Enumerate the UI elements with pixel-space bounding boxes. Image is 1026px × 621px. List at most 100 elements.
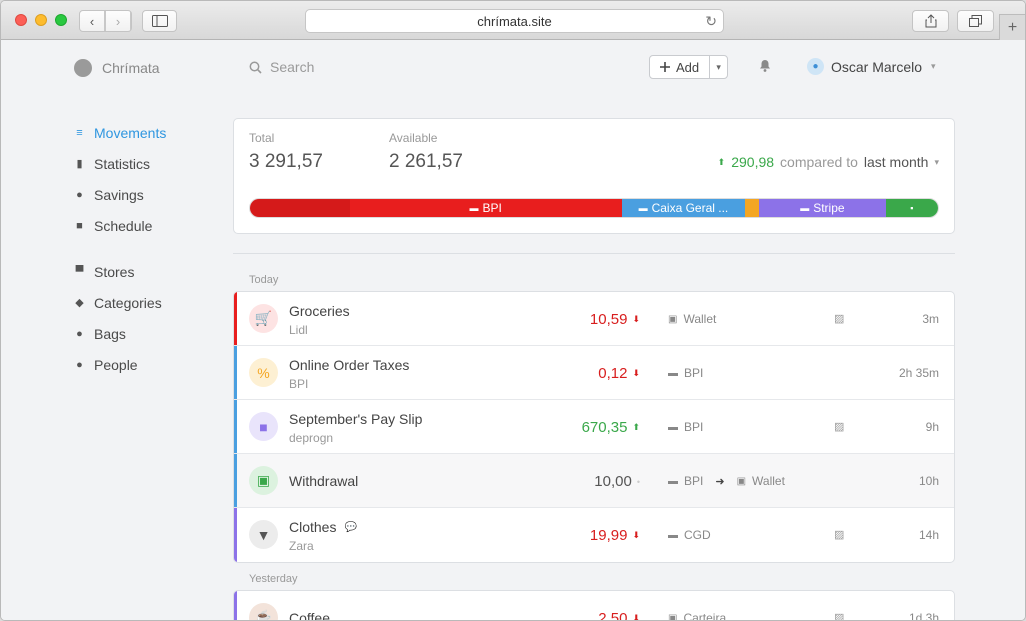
movement-time: 14h [918, 528, 939, 542]
account-segment[interactable] [745, 199, 760, 217]
new-tab-button[interactable]: + [999, 14, 1025, 40]
movement-row[interactable]: ■ September's Pay Slip deprogn 670,35 ⬆ … [234, 400, 954, 454]
amount-value: 10,00 [594, 473, 632, 490]
forward-button[interactable]: › [106, 11, 131, 31]
movement-row[interactable]: % Online Order Taxes BPI 0,12 ⬇ ▬ BPI 2h… [234, 346, 954, 400]
sidebar-item-label: People [94, 356, 138, 373]
sidebar-item-label: Bags [94, 325, 126, 342]
movement-row[interactable]: ▣ Withdrawal 10,00 • ▬ BPI ➜ ▣ Wallet 10… [234, 454, 954, 508]
sidebar-item-statistics[interactable]: ▮ Statistics [73, 148, 223, 179]
caret-down-icon: ▾ [931, 61, 936, 71]
account-name: BPI [684, 474, 704, 488]
browser-window: ‹ › chrímata.site ↻ + Chrímata Search Ad… [0, 0, 1026, 621]
account-segment-label: Caixa Geral ... [651, 201, 729, 215]
movement-row[interactable]: ▼ Clothes 💬 Zara 19,99 ⬇ ▬ CGD ▨ 14h [234, 508, 954, 562]
minimize-window-button[interactable] [35, 14, 47, 26]
brand-logo-icon [74, 59, 92, 77]
account-name: Wallet [683, 312, 717, 326]
dot-icon: • [636, 476, 640, 487]
sidebar-item-categories[interactable]: ◆ Categories [73, 287, 223, 318]
movement-account: ▬ BPI [668, 420, 703, 434]
amount-value: 19,99 [589, 527, 628, 544]
compared-to-label: compared to [780, 154, 858, 170]
total-label: Total [249, 131, 275, 145]
sidebar-item-schedule[interactable]: ■ Schedule [73, 210, 223, 241]
movement-title: Withdrawal [289, 473, 358, 489]
receipt-icon[interactable]: ▨ [834, 611, 844, 620]
movement-subtitle: deprogn [289, 431, 334, 445]
shirt-icon: ▼ [249, 520, 278, 549]
url-text: chrímata.site [477, 13, 552, 29]
back-button[interactable]: ‹ [80, 11, 106, 31]
add-dropdown-button[interactable]: ▾ [710, 56, 727, 78]
search-placeholder: Search [270, 59, 315, 75]
briefcase-icon: ■ [249, 412, 278, 441]
sidebar-item-savings[interactable]: ● Savings [73, 179, 223, 210]
account-color-indicator [234, 508, 237, 562]
reload-icon[interactable]: ↻ [705, 13, 717, 30]
sidebar-item-stores[interactable]: ▀ Stores [73, 256, 223, 287]
account-name: BPI [684, 420, 704, 434]
movement-row[interactable]: 🛒 Groceries Lidl 10,59 ⬇ ▣ Wallet ▨ 3m [234, 292, 954, 346]
movement-account: ▬ BPI ➜ ▣ Wallet [668, 474, 785, 488]
basket-icon: 🛒 [249, 304, 278, 333]
wallet-icon: ▣ [736, 475, 747, 487]
card-icon: ▬ [668, 367, 678, 379]
zoom-window-button[interactable] [55, 14, 67, 26]
comment-icon[interactable]: 💬 [344, 522, 356, 533]
arrow-right-icon: ➜ [715, 475, 725, 488]
receipt-icon[interactable]: ▨ [834, 420, 844, 433]
user-name: Oscar Marcelo [831, 58, 923, 75]
notifications-button[interactable] [759, 59, 771, 75]
sidebar-icon [151, 15, 168, 27]
movement-title: Groceries [289, 303, 350, 319]
brand[interactable]: Chrímata [74, 59, 160, 77]
wallet-icon: ▣ [668, 313, 678, 325]
receipt-icon[interactable]: ▨ [834, 528, 844, 541]
account-name: Carteira [683, 611, 727, 621]
close-window-button[interactable] [15, 14, 27, 26]
account-segment[interactable]: ▪ [885, 199, 938, 217]
tabs-overview-button[interactable] [957, 10, 994, 32]
amount-value: 0,12 [598, 365, 628, 382]
receipt-icon[interactable]: ▨ [834, 312, 844, 325]
movement-amount: 2,50 ⬇ [598, 610, 640, 620]
period-select[interactable]: last month [864, 154, 929, 170]
accounts-bar: ▬ BPI ▬ Caixa Geral ... ▬ Stripe ▪ [249, 198, 939, 218]
sidebar-toggle-button[interactable] [142, 10, 177, 32]
search-box[interactable]: Search [249, 59, 314, 75]
movement-time: 10h [918, 474, 939, 488]
to-account: Wallet [752, 474, 785, 488]
account-segment[interactable] [250, 199, 350, 217]
movement-row[interactable]: ☕ Coffee 2,50 ⬇ ▣ Carteira ▨ 1d 3h [234, 591, 954, 621]
account-color-indicator [234, 454, 237, 507]
movement-title-text: Groceries [289, 303, 350, 319]
sidebar-item-bags[interactable]: ● Bags [73, 318, 223, 349]
caret-down-icon[interactable]: ▾ [934, 157, 939, 168]
user-menu[interactable]: ● Oscar Marcelo ▾ [807, 58, 936, 75]
plus-icon: + [1007, 18, 1018, 36]
movement-title: Clothes 💬 [289, 519, 357, 535]
movement-time: 3m [922, 312, 939, 326]
add-button[interactable]: Add [650, 56, 711, 78]
account-segment[interactable]: ▬ Stripe [759, 199, 886, 217]
arrow-down-icon: ⬇ [632, 368, 640, 378]
address-bar[interactable]: chrímata.site ↻ [305, 9, 724, 33]
sidebar-item-movements[interactable]: ≡ Movements [73, 117, 223, 148]
movement-amount: 19,99 ⬇ [590, 527, 640, 544]
brand-name: Chrímata [102, 60, 160, 76]
account-segment[interactable]: ▬ Caixa Geral ... [621, 199, 746, 217]
bar-chart-icon: ▮ [76, 158, 83, 170]
movement-title: Online Order Taxes [289, 357, 409, 373]
browser-toolbar: ‹ › chrímata.site ↻ + [1, 1, 1025, 40]
piggy-bank-icon: ● [76, 188, 83, 201]
sidebar-item-people[interactable]: ● People [73, 349, 223, 380]
movements-icon: ≡ [76, 126, 83, 139]
sidebar-item-label: Savings [94, 186, 144, 203]
share-button[interactable] [912, 10, 949, 32]
share-icon [925, 14, 936, 28]
account-segment[interactable]: ▬ BPI [349, 199, 622, 217]
plus-icon [660, 62, 670, 72]
card-icon: ▪ [910, 203, 914, 213]
